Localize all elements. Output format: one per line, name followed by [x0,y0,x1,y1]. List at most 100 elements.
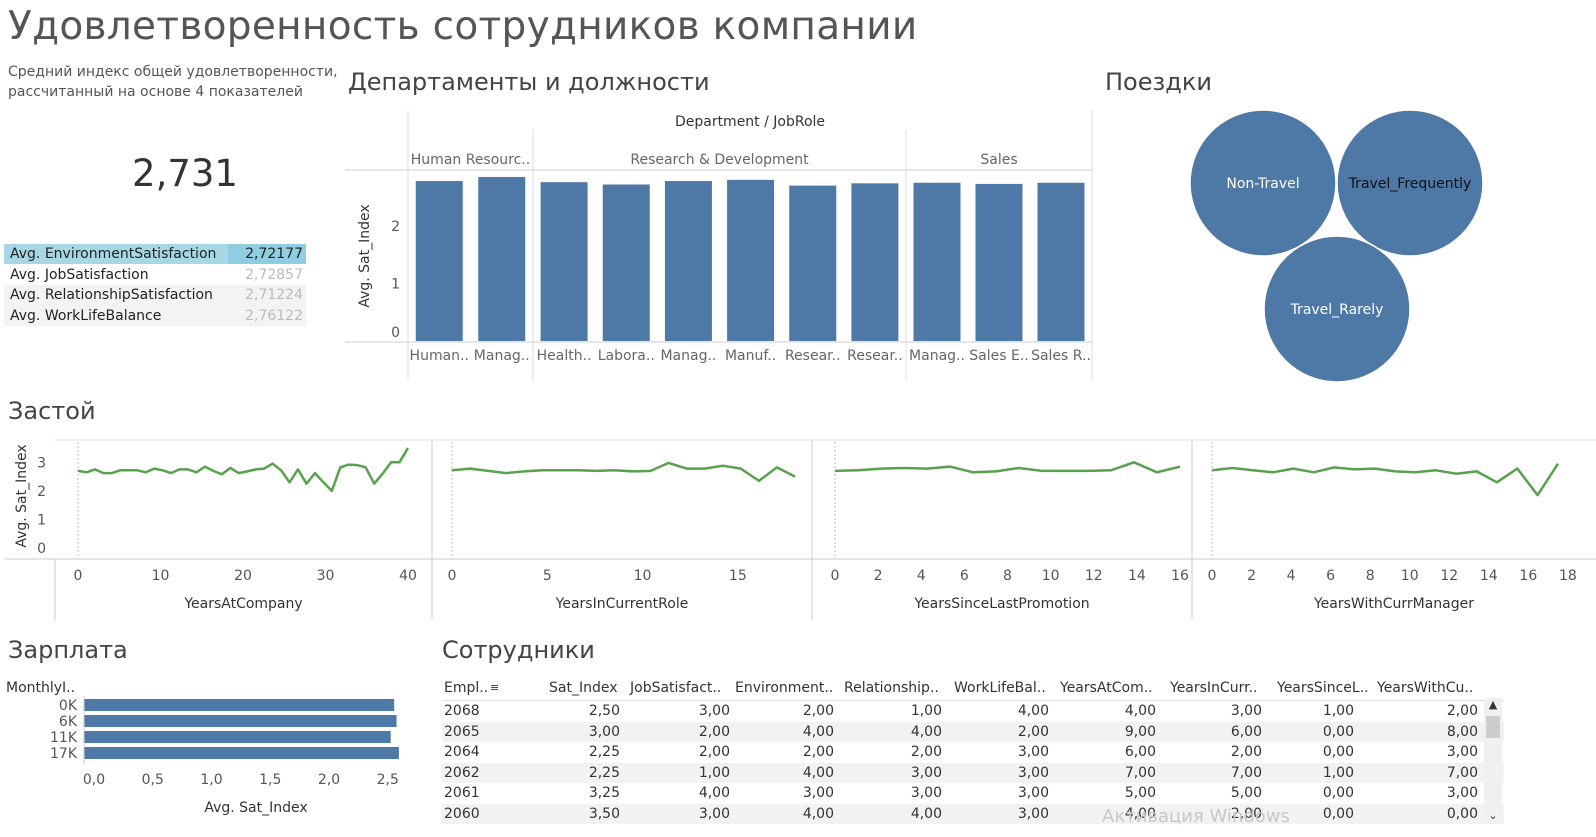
x-tick-label: 18 [1559,568,1577,584]
x-tick-label: 0 [1208,568,1217,584]
scrollbar-thumb[interactable] [1486,716,1500,738]
table-cell: 2061 [444,785,480,801]
table-cell: 1,00 [1322,764,1354,781]
table-row[interactable]: 2064 2,25 2,00 2,00 2,00 3,00 6,00 2,00 0,00 3,00 [442,742,1504,763]
bar [84,715,397,727]
table-cell: 2065 [444,723,480,740]
table-cell: 3,00 [1017,785,1049,801]
table-scrollbar[interactable]: ▲ ⌄ [1484,698,1502,822]
table-cell: 4,00 [1124,703,1156,719]
x-axis-label: YearsSinceLastPromotion [913,596,1089,612]
table-cell: 2068 [444,703,480,719]
table-cell: 7,00 [1230,764,1262,781]
table-cell: 4,00 [910,805,942,822]
y-tick-label: 0K [59,698,78,714]
table-cell: 1,00 [910,703,942,719]
series-line [451,461,796,483]
x-tick-label: 14 [1480,568,1498,584]
column-header[interactable]: Relationship.. [844,680,939,696]
table-cell: 7,00 [1446,764,1478,781]
table-row[interactable]: 2061 3,25 4,00 3,00 3,00 3,00 5,00 5,00 0,00 3,00 [442,783,1504,804]
x-tick-label: 4 [1287,568,1296,584]
table-cell: 3,00 [1446,744,1478,760]
series-line [1211,463,1560,497]
section-title-employees: Сотрудники [442,636,595,664]
table-cell: 4,00 [1017,703,1049,719]
x-tick-label: 1,0 [200,772,222,788]
x-tick-label: 6 [960,568,969,584]
sort-icon[interactable]: ≡ [490,681,499,694]
series-line [834,461,1181,474]
x-tick-label: 16 [1171,568,1189,584]
table-cell: 2,00 [802,744,834,760]
table-cell: 1,00 [1322,703,1354,719]
x-tick-label: 4 [917,568,926,584]
column-header[interactable]: YearsInCurr.. [1170,680,1257,696]
y-axis-label: Avg. Sat_Index [14,444,30,547]
x-tick-label: 2,5 [377,772,399,788]
table-cell: 7,00 [1124,764,1156,781]
bar [84,747,399,759]
table-cell: 3,00 [910,785,942,801]
table-cell: 0,00 [1322,805,1354,822]
table-cell: 3,25 [588,785,620,801]
table-cell: 9,00 [1124,723,1156,740]
x-tick-label: 10 [1042,568,1060,584]
column-header[interactable]: YearsSinceL.. [1277,680,1369,696]
employees-table: Empl.. ≡ Sat_Index JobSatisfact.. Environmen… [442,678,1504,824]
table-cell: 4,00 [910,723,942,740]
table-cell: 2062 [444,764,480,781]
table-row[interactable]: 2068 2,50 3,00 2,00 1,00 4,00 4,00 3,00 1,00 2,00 [442,701,1504,722]
x-tick-label: 40 [399,568,417,584]
table-cell: 2,00 [698,744,730,760]
x-tick-label: 1,5 [259,772,281,788]
table-cell: 0,00 [1322,744,1354,760]
column-header[interactable]: Sat_Index [549,680,618,696]
table-cell: 4,00 [698,785,730,801]
x-tick-label: 8 [1366,568,1375,584]
table-cell: 2,25 [588,764,620,781]
x-tick-label: 0,5 [142,772,164,788]
y-axis-header: MonthlyI.. [6,680,75,696]
x-tick-label: 10 [1401,568,1419,584]
x-tick-label: 5 [543,568,552,584]
x-tick-label: 0,0 [83,772,105,788]
column-header[interactable]: Environment.. [735,680,833,696]
table-cell: 2,00 [1017,723,1049,740]
column-header[interactable]: Empl.. [444,680,488,696]
x-tick-label: 12 [1440,568,1458,584]
x-tick-label: 2 [874,568,883,584]
bar [84,731,391,743]
travel-bubble-chart: Non-Travel Travel_Frequently Travel_Rarely [1189,109,1484,383]
table-cell: 2,00 [698,723,730,740]
x-axis-label: YearsAtCompany [183,596,302,612]
x-tick-label: 16 [1519,568,1537,584]
table-row[interactable]: 2060 3,50 3,00 4,00 4,00 3,00 4,00 2,00 0,00 0,00 [442,803,1504,824]
column-header[interactable]: YearsAtCom.. [1060,680,1153,696]
column-header[interactable]: JobSatisfact.. [630,680,721,696]
y-tick-label: 6K [59,714,78,730]
table-cell: 2064 [444,744,480,760]
table-cell: 4,00 [802,805,834,822]
table-cell: 3,50 [588,805,620,822]
column-header[interactable]: WorkLifeBal.. [954,680,1046,696]
scroll-down-icon[interactable]: ⌄ [1484,809,1502,822]
table-cell: 6,00 [1230,723,1262,740]
table-row[interactable]: 2062 2,25 1,00 4,00 3,00 3,00 7,00 7,00 1,00 7,00 [442,762,1504,783]
table-cell: 2,00 [910,744,942,760]
scroll-up-icon[interactable]: ▲ [1484,698,1502,711]
table-cell: 3,00 [588,723,620,740]
table-row[interactable]: 2065 3,00 2,00 4,00 4,00 2,00 9,00 6,00 0,00 8,00 [442,721,1504,742]
x-tick-label: 0 [831,568,840,584]
table-cell: 1,00 [698,764,730,781]
table-cell: 3,00 [1446,785,1478,801]
column-header[interactable]: YearsWithCu.. [1377,680,1473,696]
table-cell: 4,00 [802,764,834,781]
table-cell: 2,25 [588,744,620,760]
table-cell: 8,00 [1446,723,1478,740]
table-cell: 4,00 [802,723,834,740]
x-tick-label: 14 [1128,568,1146,584]
x-tick-label: 10 [634,568,652,584]
table-cell: 3,00 [1017,744,1049,760]
table-cell: 5,00 [1230,785,1262,801]
